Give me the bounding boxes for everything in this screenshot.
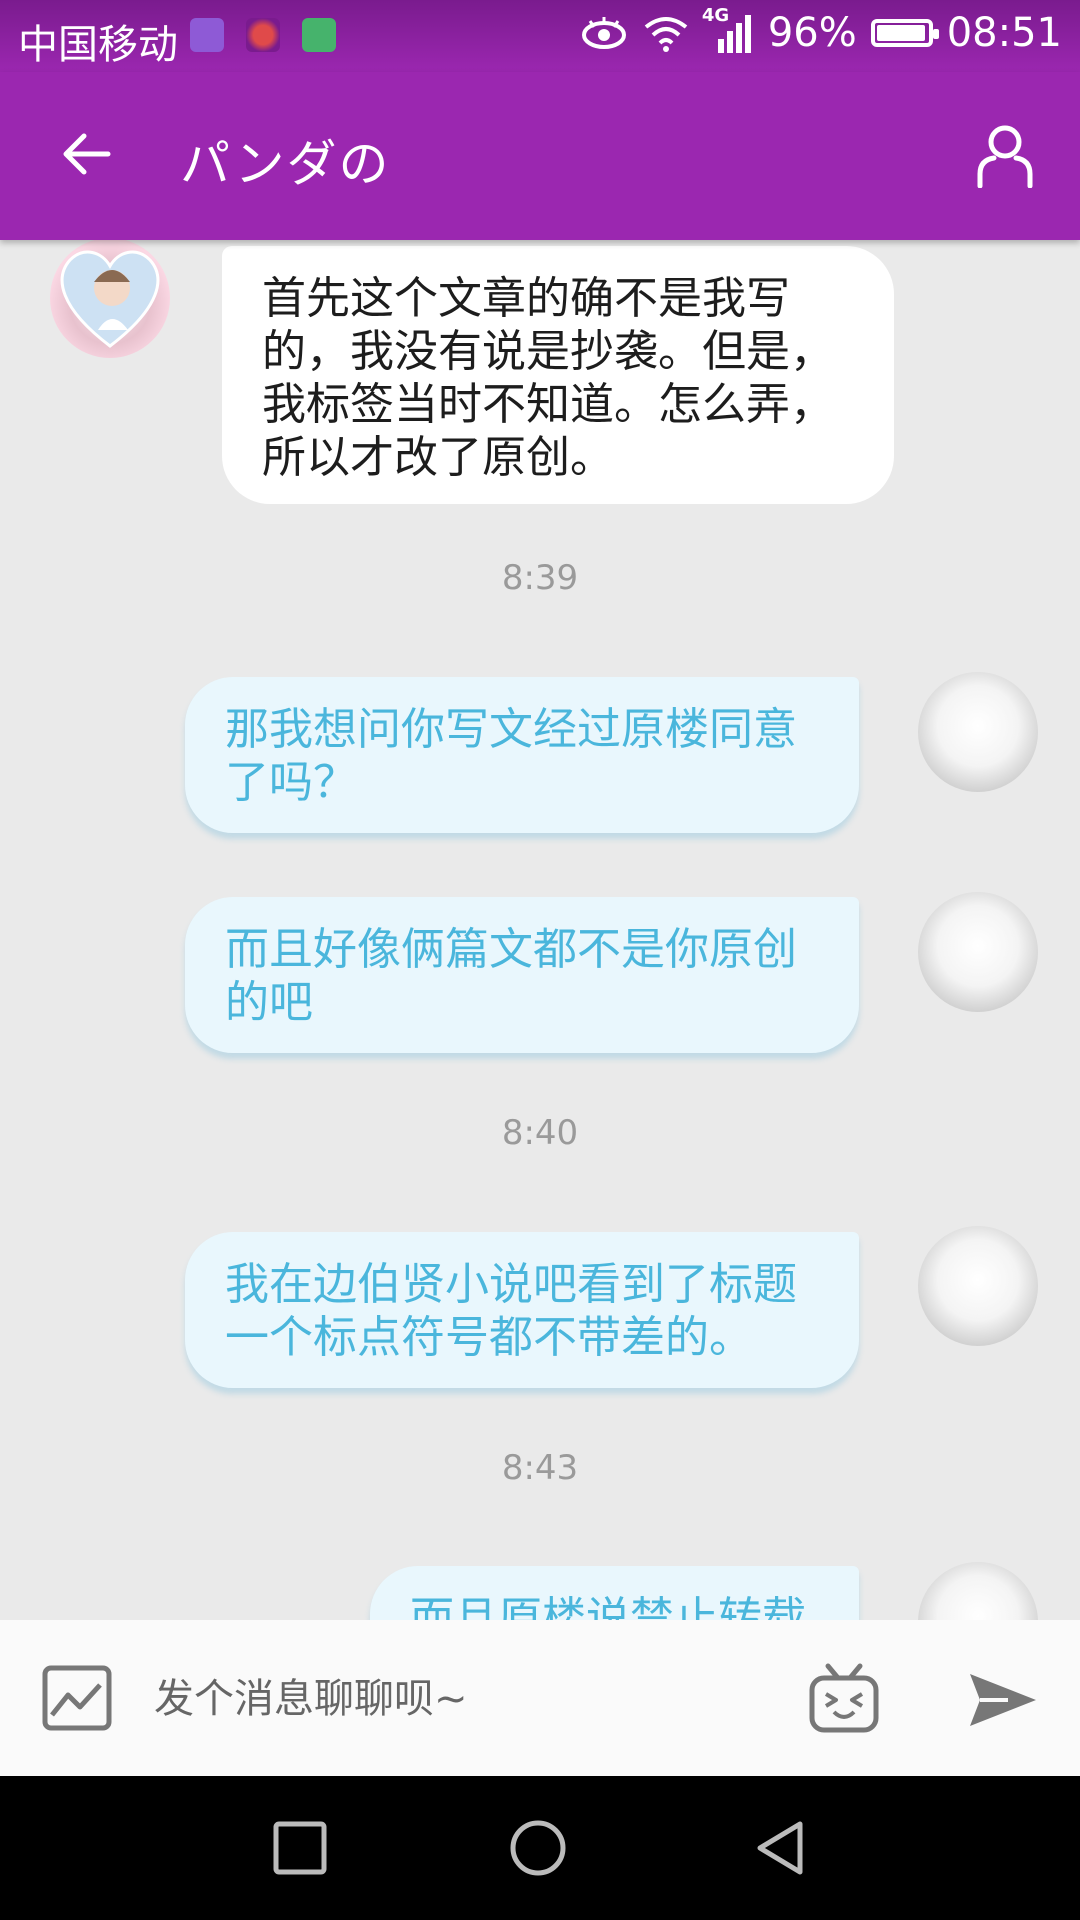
message-text: 那我想问你写文经过原楼同意了吗？ xyxy=(225,704,797,808)
battery-percent: 96% xyxy=(767,10,857,56)
system-navigation-bar xyxy=(0,1776,1080,1920)
user-avatar[interactable] xyxy=(918,1562,1038,1620)
message-timestamp: 8:43 xyxy=(501,1448,579,1488)
back-arrow-icon[interactable] xyxy=(56,124,116,184)
gallery-notification-icon xyxy=(190,18,224,52)
signal-indicator: 4G xyxy=(702,5,754,55)
heart-photo-frame-icon xyxy=(60,250,160,348)
game-notification-icon xyxy=(246,18,280,52)
app-notification-icon xyxy=(302,18,336,52)
incoming-message-bubble[interactable]: 首先这个文章的确不是我写的，我没有说是抄袭。但是，我标签当时不知道。怎么弄，所以… xyxy=(222,246,894,504)
recents-square-icon[interactable] xyxy=(270,1818,330,1878)
app-bar: パンダの xyxy=(0,72,1080,240)
status-bar: 中国移动 4G 96% 08:51 xyxy=(0,0,1080,72)
contact-avatar[interactable] xyxy=(50,240,170,358)
user-avatar[interactable] xyxy=(918,672,1038,792)
message-text: 我在边伯贤小说吧看到了标题一个标点符号都不带差的。 xyxy=(225,1259,797,1363)
outgoing-message-bubble[interactable]: 我在边伯贤小说吧看到了标题一个标点符号都不带差的。 xyxy=(185,1232,859,1388)
message-text: 而且原楼说禁止转载 xyxy=(410,1593,806,1620)
outgoing-message-bubble[interactable]: 那我想问你写文经过原楼同意了吗？ xyxy=(185,677,859,833)
chat-title: パンダの xyxy=(180,135,391,193)
profile-icon[interactable] xyxy=(976,124,1034,188)
user-avatar[interactable] xyxy=(918,892,1038,1012)
battery-icon xyxy=(870,19,939,47)
user-avatar[interactable] xyxy=(918,1226,1038,1346)
signal-icon xyxy=(717,15,751,53)
message-text: 首先这个文章的确不是我写的，我没有说是抄袭。但是，我标签当时不知道。怎么弄，所以… xyxy=(262,273,834,483)
outgoing-message-bubble[interactable]: 而且好像俩篇文都不是你原创的吧 xyxy=(185,897,859,1053)
emoji-tv-icon[interactable] xyxy=(808,1662,880,1734)
message-timestamp: 8:39 xyxy=(501,558,579,598)
send-icon[interactable] xyxy=(968,1672,1038,1728)
message-text: 而且好像俩篇文都不是你原创的吧 xyxy=(225,924,797,1028)
message-input-bar xyxy=(0,1620,1080,1776)
back-triangle-icon[interactable] xyxy=(750,1818,810,1878)
image-icon[interactable] xyxy=(42,1665,112,1731)
outgoing-message-bubble[interactable]: 而且原楼说禁止转载 xyxy=(370,1566,859,1620)
home-circle-icon[interactable] xyxy=(508,1818,568,1878)
message-timestamp: 8:40 xyxy=(501,1113,579,1153)
eye-icon xyxy=(581,17,626,49)
carrier-name: 中国移动 xyxy=(18,22,178,68)
notification-icons xyxy=(190,18,336,52)
clock: 08:51 xyxy=(946,10,1062,56)
wifi-icon xyxy=(644,17,688,52)
message-input[interactable] xyxy=(152,1660,776,1738)
status-right: 4G 96% 08:51 xyxy=(580,5,1062,56)
message-list[interactable]: 首先这个文章的确不是我写的，我没有说是抄袭。但是，我标签当时不知道。怎么弄，所以… xyxy=(0,240,1080,1620)
